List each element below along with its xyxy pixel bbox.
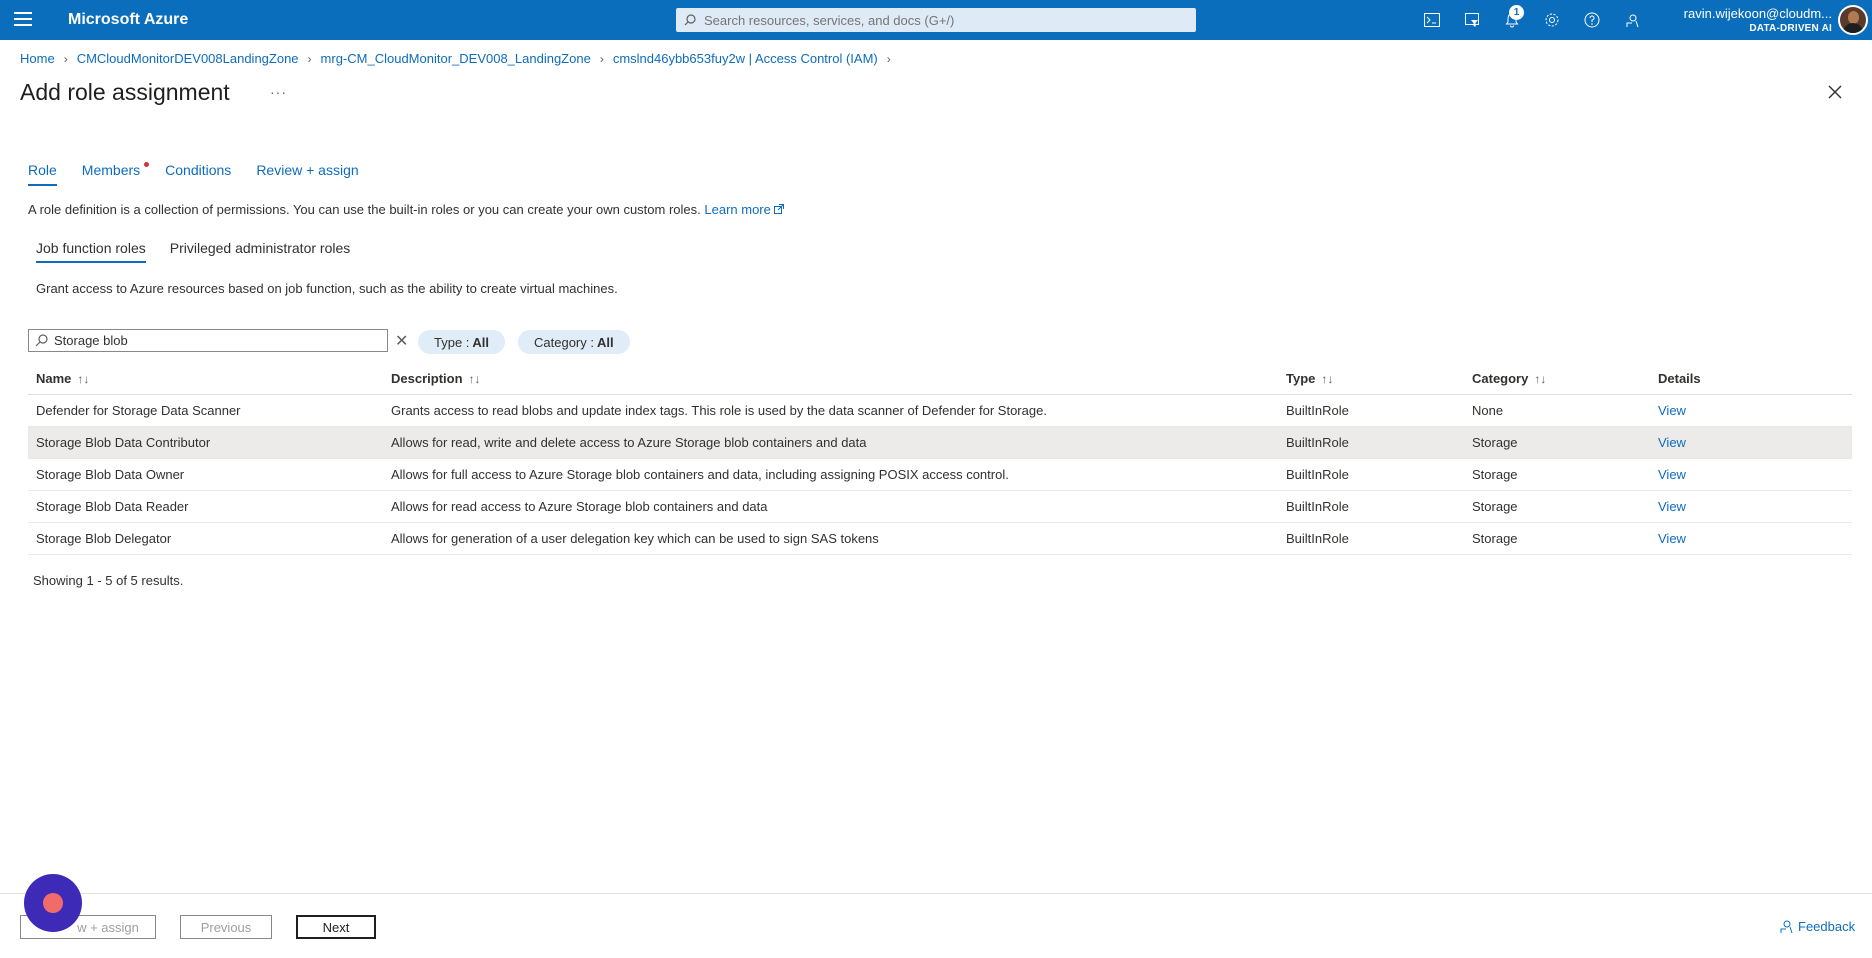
breadcrumb-home[interactable]: Home [20,51,55,66]
role-type: BuiltInRole [1286,467,1349,482]
chevron-right-icon: › [599,51,604,66]
record-dot-icon [43,893,63,913]
role-type: BuiltInRole [1286,531,1349,546]
type-filter-pill[interactable]: Type : All [418,330,506,354]
view-details-link[interactable]: View [1658,467,1686,482]
table-row[interactable]: Storage Blob Delegator Allows for genera… [28,523,1852,555]
breadcrumb-resource-group[interactable]: mrg-CM_CloudMonitor_DEV008_LandingZone [321,51,591,66]
search-icon [35,334,48,347]
close-icon[interactable] [1826,83,1844,101]
role-category: Storage [1472,435,1518,450]
page-title: Add role assignment [20,79,230,105]
top-bar: Microsoft Azure 1 ravin.wijekoon@cloudm.… [0,0,1872,40]
role-description: Allows for generation of a user delegati… [391,531,879,546]
view-details-link[interactable]: View [1658,435,1686,450]
table-row[interactable]: Defender for Storage Data Scanner Grants… [28,395,1852,427]
breadcrumb-access-control[interactable]: cmslnd46ybb653fuy2w | Access Control (IA… [613,51,878,66]
breadcrumb-subscription[interactable]: CMCloudMonitorDEV008LandingZone [77,51,299,66]
results-count: Showing 1 - 5 of 5 results. [33,573,184,588]
role-name: Defender for Storage Data Scanner [36,403,241,418]
role-search-input[interactable] [54,333,374,348]
assistant-bubble-button[interactable] [24,874,82,932]
role-category: Storage [1472,499,1518,514]
breadcrumb: Home › CMCloudMonitorDEV008LandingZone ›… [20,51,900,66]
column-header-description[interactable]: Description ↑↓ [391,371,1286,386]
avatar[interactable] [1838,5,1868,35]
view-details-link[interactable]: View [1658,499,1686,514]
chevron-right-icon: › [307,51,312,66]
role-description: Grants access to read blobs and update i… [391,403,1047,418]
chevron-right-icon: › [63,51,68,66]
brand-title[interactable]: Microsoft Azure [68,11,188,29]
previous-button[interactable]: Previous [180,915,272,939]
required-dot-icon [144,162,150,167]
view-details-link[interactable]: View [1658,531,1686,546]
table-row-selected[interactable]: Storage Blob Data Contributor Allows for… [28,427,1852,459]
external-link-icon [774,204,785,214]
notification-badge: 1 [1509,5,1524,20]
role-type: BuiltInRole [1286,499,1349,514]
settings-icon[interactable] [1542,10,1562,30]
next-button[interactable]: Next [296,915,376,939]
global-search[interactable] [676,8,1196,32]
roles-table: Name ↑↓ Description ↑↓ Type ↑↓ Category ↑↓ D… [28,363,1852,555]
table-header: Name ↑↓ Description ↑↓ Type ↑↓ Category ↑↓ D… [28,363,1852,395]
sort-ascending-icon: ↑↓ [77,372,90,386]
user-org: DATA-DRIVEN AI [1749,23,1832,34]
feedback-link[interactable]: Feedback [1778,918,1855,934]
role-search-field[interactable] [28,329,388,352]
chevron-right-icon: › [886,51,891,66]
account-menu[interactable]: ravin.wijekoon@cloudm... DATA-DRIVEN AI [1684,6,1832,34]
role-type: BuiltInRole [1286,435,1349,450]
column-header-name[interactable]: Name ↑↓ [28,371,391,386]
wizard-tabs: Role Members Conditions Review + assign [28,162,384,186]
directory-filter-icon[interactable] [1462,10,1482,30]
intro-text: A role definition is a collection of per… [28,202,785,217]
sort-icon: ↑↓ [1534,372,1547,386]
more-options-button[interactable]: ··· [270,84,287,100]
job-function-description: Grant access to Azure resources based on… [36,281,618,296]
column-header-category[interactable]: Category ↑↓ [1472,371,1658,386]
table-row[interactable]: Storage Blob Data Owner Allows for full … [28,459,1852,491]
role-name: Storage Blob Data Owner [36,467,185,482]
role-category: Storage [1472,531,1518,546]
sort-icon: ↑↓ [1321,372,1334,386]
clear-search-icon[interactable]: ✕ [395,331,408,351]
role-description: Allows for read access to Azure Storage … [391,499,768,514]
role-category: Storage [1472,467,1518,482]
category-filter-pill[interactable]: Category : All [518,330,630,354]
help-icon[interactable] [1582,10,1602,30]
tab-members[interactable]: Members [82,162,150,186]
role-name: Storage Blob Data Reader [36,499,189,514]
column-header-type[interactable]: Type ↑↓ [1286,371,1472,386]
sort-icon: ↑↓ [468,372,481,386]
table-row[interactable]: Storage Blob Data Reader Allows for read… [28,491,1852,523]
menu-icon[interactable] [14,12,32,28]
role-type-tabs: Job function roles Privileged administra… [36,240,374,263]
user-name: ravin.wijekoon@cloudm... [1683,6,1832,21]
tab-role[interactable]: Role [28,162,57,186]
column-header-details: Details [1658,371,1701,386]
search-input[interactable] [704,12,1184,28]
role-description: Allows for full access to Azure Storage … [391,467,1009,482]
cloud-shell-icon[interactable] [1422,10,1442,30]
tab-conditions[interactable]: Conditions [165,162,231,186]
role-name: Storage Blob Delegator [36,531,172,546]
role-type: BuiltInRole [1286,403,1349,418]
learn-more-link[interactable]: Learn more [704,202,785,217]
tab-review-assign[interactable]: Review + assign [256,162,358,186]
feedback-icon [1780,920,1793,934]
tab-job-function-roles[interactable]: Job function roles [36,240,146,263]
feedback-icon[interactable] [1622,10,1642,30]
role-description: Allows for read, write and delete access… [391,435,867,450]
role-name: Storage Blob Data Contributor [36,435,211,450]
role-category: None [1472,403,1504,418]
footer-bar: w + assign Previous Next [0,893,1872,958]
view-details-link[interactable]: View [1658,403,1686,418]
search-icon [684,14,696,26]
tab-privileged-administrator-roles[interactable]: Privileged administrator roles [170,240,351,263]
